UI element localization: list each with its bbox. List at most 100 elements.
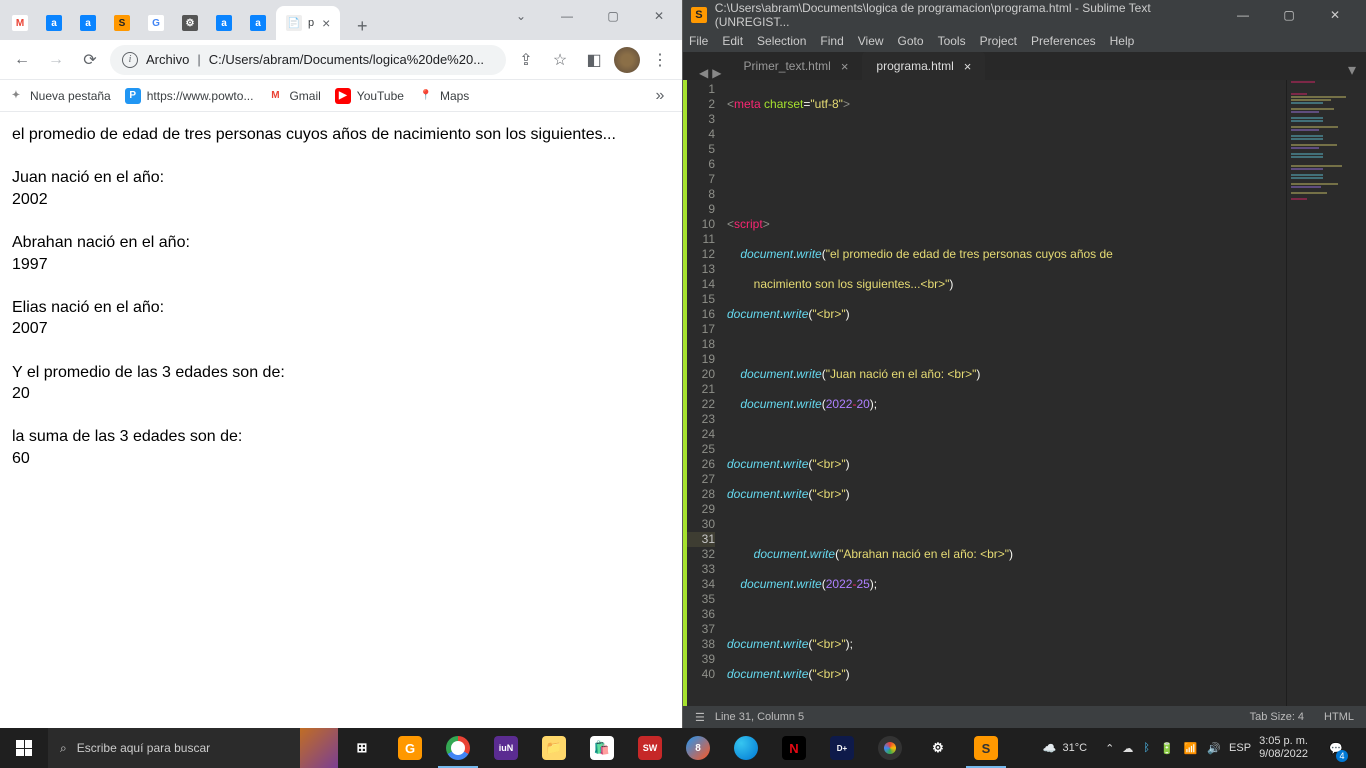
nav-forward-icon[interactable]: ▶ — [712, 66, 721, 80]
taskbar-app[interactable] — [866, 728, 914, 768]
text-line: Y el promedio de las 3 edades son de: — [12, 362, 670, 384]
clock-date: 9/08/2022 — [1259, 748, 1308, 761]
taskbar-app-settings[interactable]: ⚙ — [914, 728, 962, 768]
menu-edit[interactable]: Edit — [722, 34, 743, 48]
menu-help[interactable]: Help — [1110, 34, 1135, 48]
taskbar-app[interactable]: iuN — [482, 728, 530, 768]
notifications-button[interactable]: 💬 4 — [1316, 728, 1356, 768]
share-icon[interactable]: ⇪ — [512, 46, 540, 74]
menu-preferences[interactable]: Preferences — [1031, 34, 1096, 48]
close-icon[interactable]: × — [964, 59, 972, 74]
text-line: 2007 — [12, 318, 670, 340]
volume-icon[interactable]: 🔊 — [1207, 742, 1221, 755]
tab-dropdown-icon[interactable]: ▾ — [1338, 60, 1366, 80]
close-icon[interactable]: ✕ — [636, 0, 682, 32]
app-icon: iuN — [494, 736, 518, 760]
nav-back-icon[interactable]: ◀ — [699, 66, 708, 80]
taskbar-app[interactable]: SW — [626, 728, 674, 768]
minimize-icon[interactable]: — — [1220, 0, 1266, 30]
taskbar-app-store[interactable]: 🛍️ — [578, 728, 626, 768]
status-tabsize[interactable]: Tab Size: 4 — [1250, 711, 1304, 723]
chrome-tab[interactable]: M — [4, 6, 36, 40]
gear-icon: ⚙ — [926, 736, 950, 760]
new-tab-button[interactable]: + — [348, 12, 376, 40]
weather-widget[interactable]: ☁️ 31°C — [1043, 742, 1087, 755]
task-view-button[interactable]: ⊞ — [338, 728, 386, 768]
taskbar-app[interactable]: G — [386, 728, 434, 768]
taskbar-app[interactable]: 8 — [674, 728, 722, 768]
chrome-tab[interactable]: a — [208, 6, 240, 40]
clock[interactable]: 3:05 p. m. 9/08/2022 — [1259, 735, 1308, 761]
window-dropdown-icon[interactable]: ⌄ — [498, 0, 544, 32]
bookmark-item[interactable]: MGmail — [267, 88, 320, 104]
chrome-tab[interactable]: a — [72, 6, 104, 40]
language-indicator[interactable]: ESP — [1229, 742, 1251, 754]
taskbar-app-chrome[interactable] — [434, 728, 482, 768]
tray-overflow-icon[interactable]: ⌃ — [1105, 742, 1114, 755]
minimize-icon[interactable]: — — [544, 0, 590, 32]
status-language[interactable]: HTML — [1324, 711, 1354, 723]
bookmark-icon[interactable]: ☆ — [546, 46, 574, 74]
taskbar-search[interactable]: ⌕ Escribe aquí para buscar — [48, 728, 338, 768]
chrome-tab[interactable]: a — [242, 6, 274, 40]
taskbar-app-edge[interactable] — [722, 728, 770, 768]
chrome-tab[interactable]: S — [106, 6, 138, 40]
close-icon[interactable]: × — [322, 15, 330, 31]
bookmark-item[interactable]: 📍Maps — [418, 88, 469, 104]
maximize-icon[interactable]: ▢ — [590, 0, 636, 32]
bluetooth-icon[interactable]: ᛒ — [1143, 742, 1150, 754]
sublime-tab-active[interactable]: programa.html× — [862, 52, 985, 80]
bookmarks-overflow-icon[interactable]: » — [646, 82, 674, 110]
chrome-tab[interactable]: ⚙ — [174, 6, 206, 40]
menu-file[interactable]: File — [689, 34, 708, 48]
status-hamburger-icon[interactable]: ☰ — [695, 711, 705, 724]
taskbar-app-sublime[interactable]: S — [962, 728, 1010, 768]
info-icon[interactable]: i — [122, 52, 138, 68]
start-button[interactable] — [0, 728, 48, 768]
close-icon[interactable]: ✕ — [1312, 0, 1358, 30]
taskbar-app-netflix[interactable]: N — [770, 728, 818, 768]
app-icon: SW — [638, 736, 662, 760]
chrome-tab-active[interactable]: 📄 p × — [276, 6, 340, 40]
bookmarks-bar: ✦Nueva pestaña Phttps://www.powto... MGm… — [0, 80, 682, 112]
profile-avatar[interactable] — [614, 47, 640, 73]
menu-project[interactable]: Project — [980, 34, 1017, 48]
back-button[interactable]: ← — [8, 46, 36, 74]
sublime-tab[interactable]: Primer_text.html× — [729, 52, 862, 80]
favicon-icon: a — [216, 15, 232, 31]
sublime-menu: File Edit Selection Find View Goto Tools… — [683, 30, 1366, 52]
maximize-icon[interactable]: ▢ — [1266, 0, 1312, 30]
battery-icon[interactable]: 🔋 — [1160, 742, 1174, 755]
wifi-icon[interactable]: 📶 — [1184, 742, 1198, 755]
close-icon[interactable]: × — [841, 59, 849, 74]
bookmark-item[interactable]: ✦Nueva pestaña — [8, 88, 111, 104]
text-line: 2002 — [12, 189, 670, 211]
menu-goto[interactable]: Goto — [898, 34, 924, 48]
forward-button[interactable]: → — [42, 46, 70, 74]
editor[interactable]: 1234567891011121314151617181920212223242… — [683, 80, 1366, 706]
menu-find[interactable]: Find — [820, 34, 843, 48]
address-bar[interactable]: i Archivo | C:/Users/abram/Documents/log… — [110, 45, 506, 75]
chrome-tab[interactable]: G — [140, 6, 172, 40]
taskbar-apps: ⊞ G iuN 📁 🛍️ SW 8 N D+ ⚙ S — [338, 728, 1010, 768]
menu-icon[interactable]: ⋮ — [646, 46, 674, 74]
menu-view[interactable]: View — [858, 34, 884, 48]
reload-button[interactable]: ⟳ — [76, 46, 104, 74]
onedrive-icon[interactable]: ☁ — [1122, 742, 1133, 755]
clock-time: 3:05 p. m. — [1259, 735, 1308, 748]
bookmark-label: https://www.powto... — [147, 89, 254, 103]
minimap[interactable] — [1286, 80, 1366, 706]
favicon-icon: ⚙ — [182, 15, 198, 31]
bookmark-item[interactable]: Phttps://www.powto... — [125, 88, 254, 104]
taskbar-app-explorer[interactable]: 📁 — [530, 728, 578, 768]
sidepanel-icon[interactable]: ◧ — [580, 46, 608, 74]
favicon-icon: G — [148, 15, 164, 31]
chrome-tab[interactable]: a — [38, 6, 70, 40]
taskbar-app-disney[interactable]: D+ — [818, 728, 866, 768]
menu-selection[interactable]: Selection — [757, 34, 806, 48]
menu-tools[interactable]: Tools — [938, 34, 966, 48]
bookmark-item[interactable]: ▶YouTube — [335, 88, 404, 104]
sublime-icon: S — [974, 736, 998, 760]
code-area[interactable]: <meta charset="utf-8"> <script> document… — [723, 80, 1286, 706]
gmail-icon: M — [267, 88, 283, 104]
